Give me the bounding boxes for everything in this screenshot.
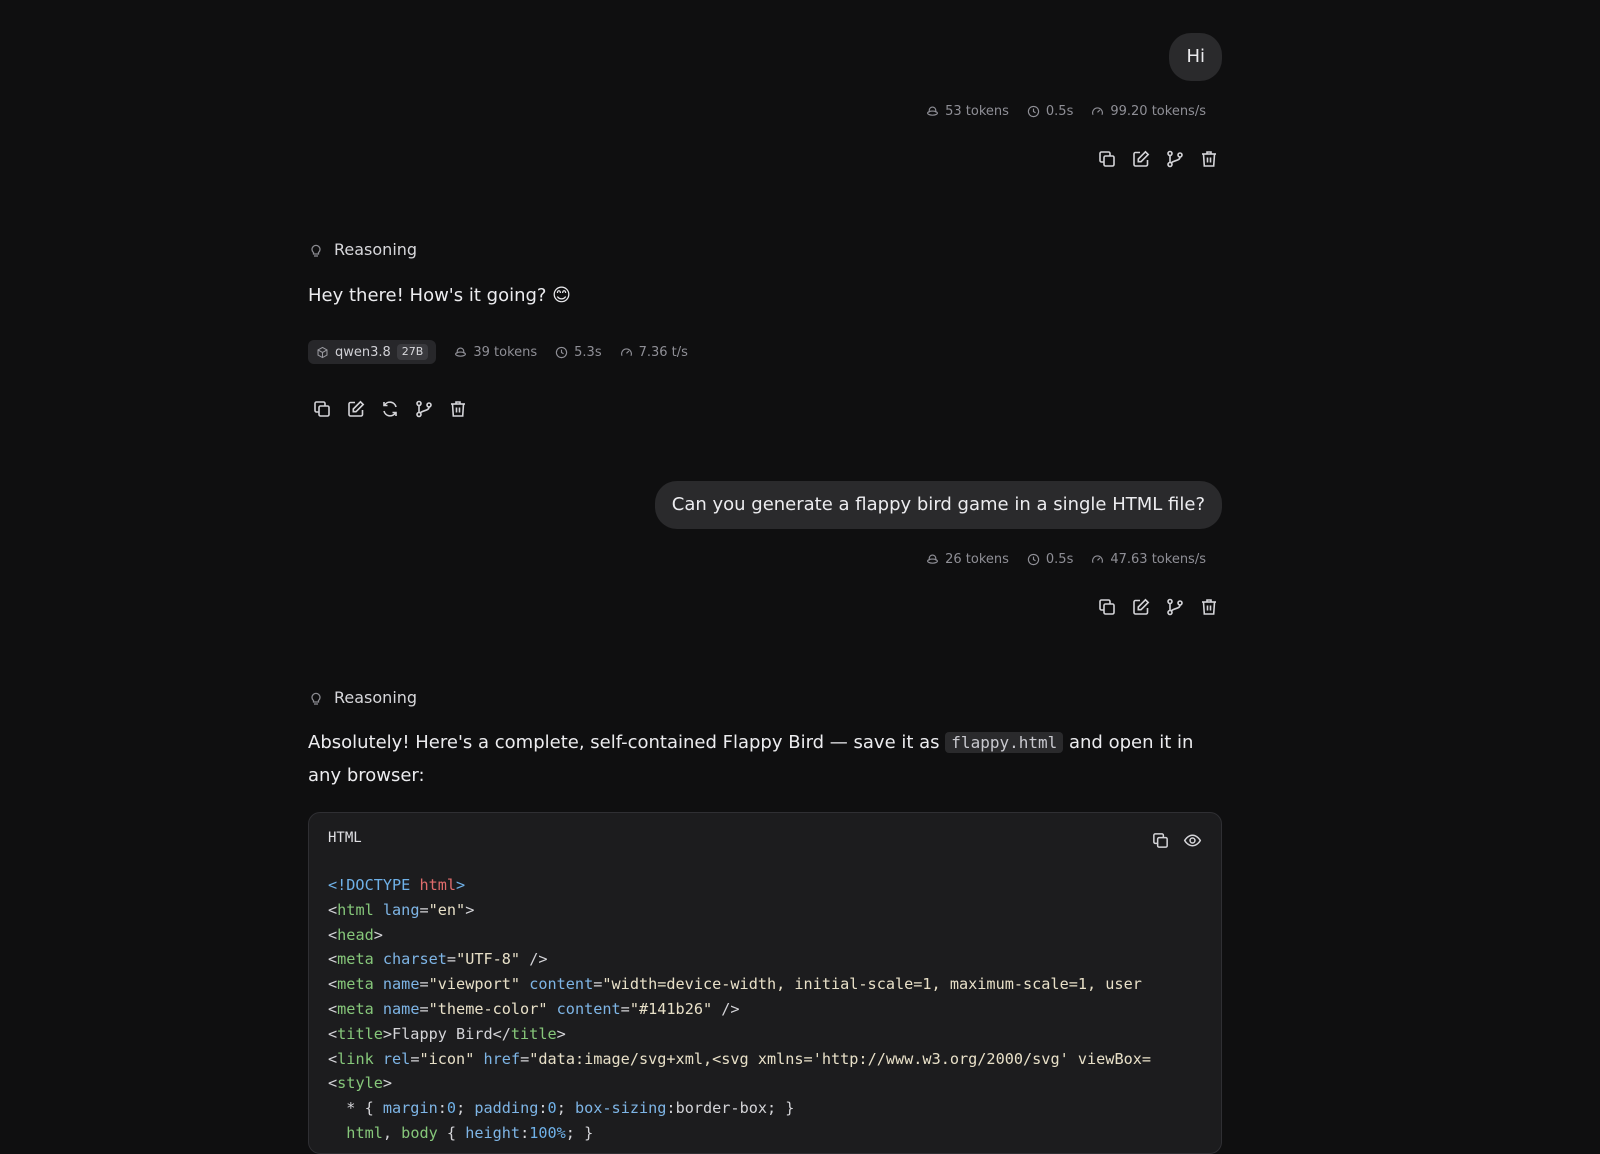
copy-icon <box>1152 832 1168 848</box>
response-time: 0.5s <box>1027 104 1073 119</box>
preview-button[interactable] <box>1181 829 1203 851</box>
branch-icon <box>1167 598 1183 616</box>
token-count: 53 tokens <box>926 104 1009 119</box>
trash-icon <box>451 401 465 417</box>
copy-button[interactable] <box>1096 148 1118 170</box>
code-line: <head> <box>328 925 383 944</box>
branch-button[interactable] <box>413 398 435 420</box>
regenerate-button[interactable] <box>379 398 401 420</box>
edit-button[interactable] <box>345 398 367 420</box>
token-speed: 99.20 tokens/s <box>1091 104 1206 119</box>
clock-icon <box>1027 105 1040 118</box>
model-badge[interactable]: qwen3.8 27B <box>308 340 437 364</box>
copy-icon <box>1099 151 1115 167</box>
assistant-actions-1 <box>311 398 1225 420</box>
gauge-icon <box>1092 107 1104 115</box>
edit-icon <box>1133 598 1150 615</box>
branch-button[interactable] <box>1164 596 1186 618</box>
clock-icon <box>1027 553 1040 566</box>
reasoning-label: Reasoning <box>334 240 418 259</box>
branch-button[interactable] <box>1164 148 1186 170</box>
reasoning-label: Reasoning <box>334 688 418 707</box>
tokens-icon <box>927 106 939 116</box>
code-line: * { margin:0; padding:0; box-sizing:bord… <box>328 1099 795 1118</box>
token-speed: 7.36 t/s <box>620 345 688 360</box>
user-message-1: Hi <box>308 33 1222 81</box>
branch-icon <box>416 400 432 418</box>
lightbulb-icon <box>311 244 321 257</box>
code-line: <link rel="icon" href="data:image/svg+xm… <box>328 1049 1152 1068</box>
delete-button[interactable] <box>1198 148 1220 170</box>
copy-icon <box>314 401 330 417</box>
user-bubble: Can you generate a flappy bird game in a… <box>654 481 1222 529</box>
code-content: <!DOCTYPE html> <html lang="en"> <head> … <box>328 873 1151 1146</box>
code-line: <html lang="en"> <box>328 900 475 919</box>
token-count: 39 tokens <box>454 345 537 360</box>
assistant-answer-2: Absolutely! Here's a complete, self-cont… <box>308 732 1194 786</box>
assistant-answer-1: Hey there! How's it going? 😊 <box>308 285 571 306</box>
user-actions-2 <box>308 596 1220 618</box>
branch-icon <box>1167 150 1183 168</box>
delete-button[interactable] <box>1198 596 1220 618</box>
clock-icon <box>555 346 568 358</box>
cube-icon <box>317 346 328 358</box>
code-line: <meta charset="UTF-8" /> <box>328 950 548 969</box>
response-time: 5.3s <box>555 345 602 360</box>
token-speed: 47.63 tokens/s <box>1091 552 1206 567</box>
code-line: html, body { height:100%; } <box>346 1123 594 1142</box>
code-line: <meta name="theme-color" content="#141b2… <box>328 999 740 1018</box>
edit-button[interactable] <box>1130 148 1152 170</box>
trash-icon <box>1202 151 1216 167</box>
tokens-icon <box>927 554 939 564</box>
reasoning-toggle-2[interactable]: Reasoning <box>308 688 1222 707</box>
copy-code-button[interactable] <box>1149 829 1171 851</box>
eye-icon <box>1183 834 1201 846</box>
code-language-label: HTML <box>328 830 362 846</box>
gauge-icon <box>620 347 632 356</box>
copy-button[interactable] <box>1096 596 1118 618</box>
token-count: 26 tokens <box>926 552 1009 567</box>
delete-button[interactable] <box>447 398 469 420</box>
inline-code: flappy.html <box>945 732 1064 753</box>
model-name: qwen3.8 <box>335 344 391 360</box>
model-size-badge: 27B <box>396 344 429 360</box>
lightbulb-icon <box>311 692 321 705</box>
copy-button[interactable] <box>311 398 333 420</box>
tokens-icon <box>455 347 467 357</box>
code-block: HTML <!DOCTYPE html> <html lang="en"> <h… <box>308 812 1222 1154</box>
user-message-2: Can you generate a flappy bird game in a… <box>308 481 1222 529</box>
code-line: <meta name="viewport" content="width=dev… <box>328 975 1142 994</box>
refresh-icon <box>383 401 397 417</box>
edit-icon <box>348 400 365 417</box>
user-stats-1: 53 tokens 0.5s 99.20 tokens/s <box>308 104 1206 119</box>
code-line: <style> <box>328 1074 393 1093</box>
assistant-stats-1: qwen3.8 27B 39 tokens 5.3s 7.36 t/s <box>308 340 1222 364</box>
code-line: <!DOCTYPE html> <box>328 876 466 894</box>
copy-icon <box>1099 599 1115 615</box>
edit-icon <box>1133 150 1150 167</box>
code-line: <title>Flappy Bird</title> <box>328 1024 566 1043</box>
gauge-icon <box>1092 555 1104 563</box>
trash-icon <box>1202 599 1216 615</box>
user-stats-2: 26 tokens 0.5s 47.63 tokens/s <box>308 552 1206 567</box>
edit-button[interactable] <box>1130 596 1152 618</box>
user-bubble: Hi <box>1169 33 1222 81</box>
user-actions-1 <box>308 148 1220 170</box>
response-time: 0.5s <box>1027 552 1073 567</box>
reasoning-toggle-1[interactable]: Reasoning <box>308 240 1222 259</box>
